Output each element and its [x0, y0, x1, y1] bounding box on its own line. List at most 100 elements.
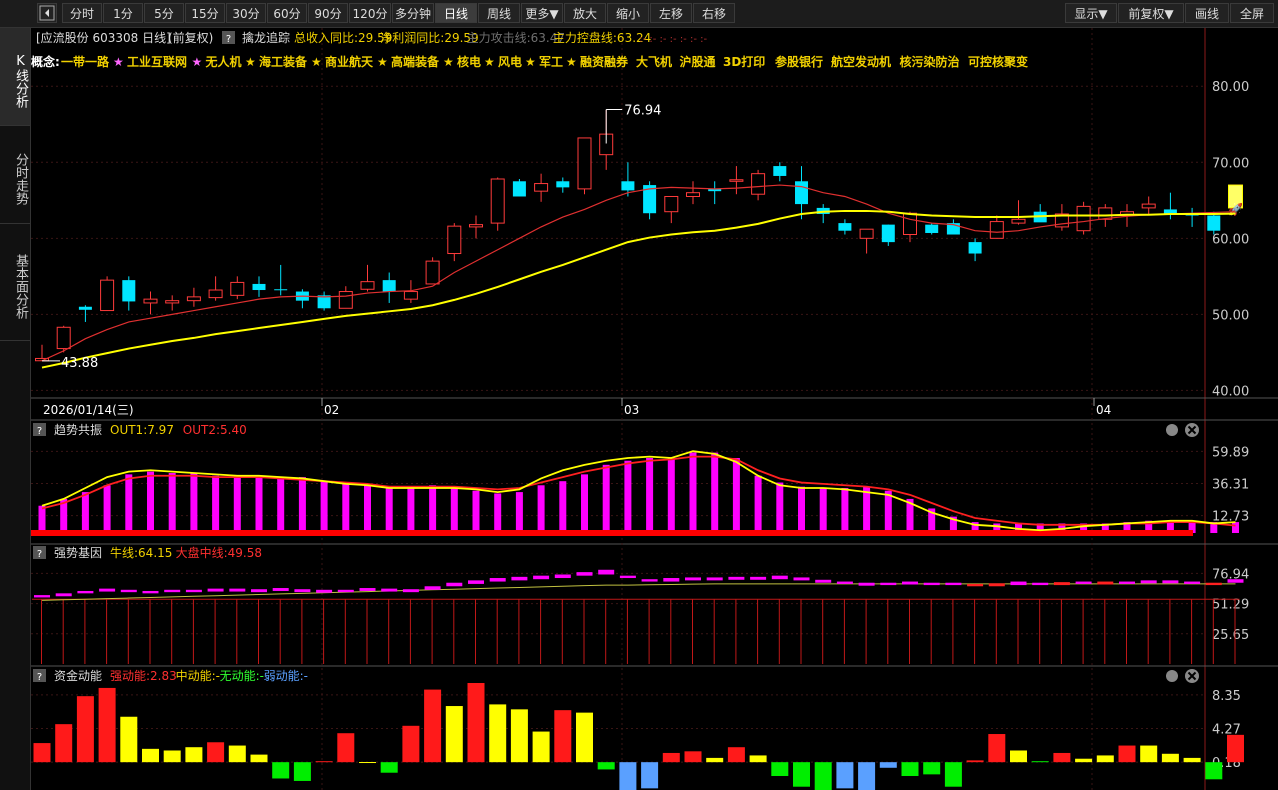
concept-9: 融资融券 — [580, 54, 629, 69]
sub2-box-50 — [1119, 581, 1135, 584]
sub2-box-10 — [251, 589, 267, 593]
sub2-box-31 — [706, 577, 723, 581]
sub1-bar-38 — [863, 486, 871, 533]
candle-body-5 — [143, 298, 158, 304]
sub2-box-12 — [294, 589, 311, 593]
indicator-trailing: :- :- :- :- :- :- :- — [639, 34, 707, 45]
candle-body-54 — [1207, 215, 1221, 231]
sub3-bar-23 — [532, 731, 550, 763]
sub1-metric-0: OUT1:7.97 — [110, 423, 174, 437]
toolbar-right-button-2[interactable]: 画线 — [1185, 3, 1229, 23]
sub3-bar-43 — [966, 760, 984, 763]
toolbar-button-11[interactable]: 更多▼ — [521, 3, 563, 23]
sub3-bar-46 — [1031, 761, 1049, 763]
toolbar-button-4[interactable]: 30分 — [226, 3, 266, 23]
concept-13: 参股银行 — [775, 54, 823, 69]
sub1-base-band — [31, 530, 1193, 536]
toolbar-button-9[interactable]: 日线 — [435, 3, 477, 23]
sub3-bar-31 — [706, 757, 724, 763]
sub2-box-47 — [1053, 582, 1070, 586]
toolbar-button-14[interactable]: 左移 — [650, 3, 692, 23]
toolbar-button-6[interactable]: 90分 — [308, 3, 348, 23]
sub2-box-35 — [793, 577, 810, 581]
sub1-help-glyph: ? — [37, 426, 42, 437]
toolbar-button-10[interactable]: 周线 — [478, 3, 520, 23]
toolbar-button-1[interactable]: 1分 — [103, 3, 143, 23]
concept-5: 高端装备 — [391, 54, 440, 69]
sub1-bar-6 — [168, 473, 176, 533]
concept-11: 沪股通 — [680, 54, 716, 69]
concept-15: 核污染防治 — [900, 54, 960, 69]
sub2-box-43 — [967, 583, 984, 587]
toolbar-button-2[interactable]: 5分 — [144, 3, 184, 23]
sub3-bar-44 — [988, 734, 1006, 763]
sub1-bar-28 — [646, 458, 654, 533]
candle-body-45 — [1011, 218, 1026, 224]
sub1-bar-55 — [1232, 522, 1239, 533]
toolbar-button-15[interactable]: 右移 — [693, 3, 735, 23]
sub2-box-26 — [598, 569, 615, 575]
sub1-bar-15 — [364, 483, 371, 533]
sub2-box-25 — [576, 572, 593, 576]
concept-12: 3D打印 — [723, 54, 765, 69]
sub2-box-20 — [468, 580, 484, 584]
candle-body-48 — [1076, 205, 1091, 232]
sub2-box-16 — [381, 588, 398, 592]
sub2-box-7 — [185, 589, 202, 593]
sub1-metric-1: OUT2:5.40 — [183, 423, 247, 437]
candle-body-30 — [686, 192, 700, 197]
sub2-box-55 — [1227, 579, 1244, 583]
sub2-tick-2: 25.65 — [1212, 628, 1249, 643]
sub3-bar-27 — [619, 762, 637, 790]
sub2-help-glyph: ? — [37, 549, 42, 560]
sub3-bar-8 — [207, 742, 225, 763]
candle-body-6 — [165, 300, 180, 304]
toolbar-button-3[interactable]: 15分 — [185, 3, 225, 23]
sub2-box-9 — [229, 588, 246, 592]
sub3-bar-24 — [554, 710, 572, 763]
sub3-bar-12 — [293, 762, 311, 781]
sub3-gear-icon[interactable] — [1166, 670, 1178, 682]
toolbar-button-12[interactable]: 放大 — [564, 3, 606, 23]
sub1-gear-icon[interactable] — [1166, 424, 1178, 436]
concept-star-4: ★ — [377, 55, 388, 69]
sub1-bar-36 — [819, 488, 827, 533]
candle-body-9 — [230, 281, 245, 296]
toolbar-right-button-1[interactable]: 前复权▼ — [1118, 3, 1184, 23]
candle-body-21 — [490, 178, 505, 224]
toolbar-button-7[interactable]: 120分 — [349, 3, 391, 23]
sub3-bar-14 — [337, 733, 355, 763]
candle-body-7 — [186, 296, 201, 302]
sub1-bar-18 — [429, 485, 437, 533]
sub1-bar-10 — [255, 475, 263, 533]
sub3-bar-32 — [727, 747, 745, 763]
sub2-box-34 — [771, 575, 788, 580]
sub2-box-39 — [880, 582, 897, 586]
toolbar-right-button-0[interactable]: 显示▼ — [1065, 3, 1117, 23]
sub1-out1-line — [41, 450, 1236, 532]
sub3-bar-49 — [1096, 755, 1114, 763]
sub3-bar-38 — [858, 762, 876, 790]
back-arrow-icon[interactable] — [37, 3, 57, 23]
toolbar-button-5[interactable]: 60分 — [267, 3, 307, 23]
concept-star-2: ★ — [245, 55, 256, 69]
sub3-bar-1 — [55, 724, 73, 763]
toolbar-right-button-3[interactable]: 全屏 — [1230, 3, 1274, 23]
sub2-box-6 — [164, 589, 181, 593]
toolbar-button-0[interactable]: 分时 — [62, 3, 102, 23]
toolbar-button-13[interactable]: 缩小 — [607, 3, 649, 23]
concept-star-6: ★ — [484, 55, 495, 69]
sub2-box-0 — [34, 595, 50, 598]
sub3-bar-40 — [901, 762, 919, 777]
sub2-box-45 — [1010, 581, 1027, 586]
sub1-bar-29 — [667, 458, 675, 533]
sub3-bar-51 — [1140, 745, 1158, 763]
sub2-box-37 — [836, 581, 853, 584]
concept-2: 无人机 — [205, 54, 242, 69]
sub2-box-48 — [1075, 581, 1092, 584]
candle-body-11 — [274, 289, 288, 291]
toolbar-button-8[interactable]: 多分钟 — [392, 3, 434, 23]
concept-10: 大飞机 — [636, 54, 672, 69]
sub1-bar-37 — [841, 488, 849, 533]
concept-star-1: ★ — [192, 55, 203, 69]
